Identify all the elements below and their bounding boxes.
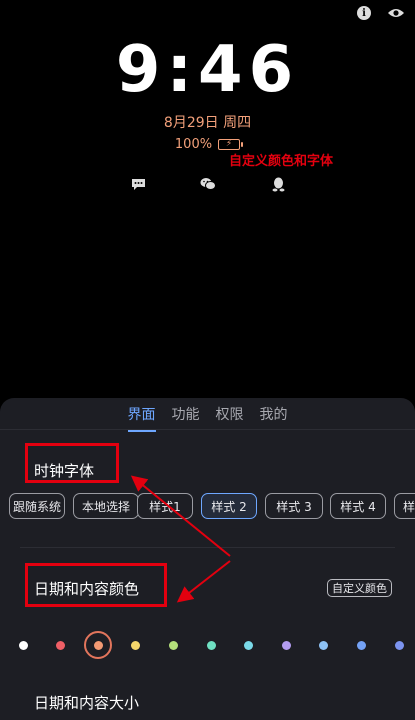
arrow-to-date-color xyxy=(176,560,231,603)
arrow-to-clock-font xyxy=(130,475,231,557)
annotation-arrows xyxy=(130,475,231,603)
